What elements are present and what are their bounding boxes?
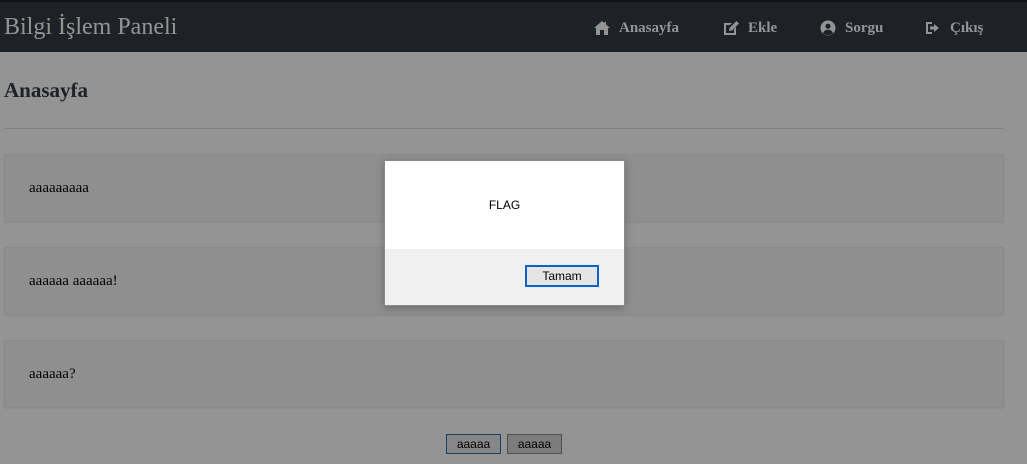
dialog-message: FLAG	[488, 198, 521, 212]
ok-button[interactable]: Tamam	[525, 265, 599, 287]
alert-dialog: FLAG Tamam	[384, 160, 625, 306]
dialog-footer: Tamam	[385, 249, 624, 305]
